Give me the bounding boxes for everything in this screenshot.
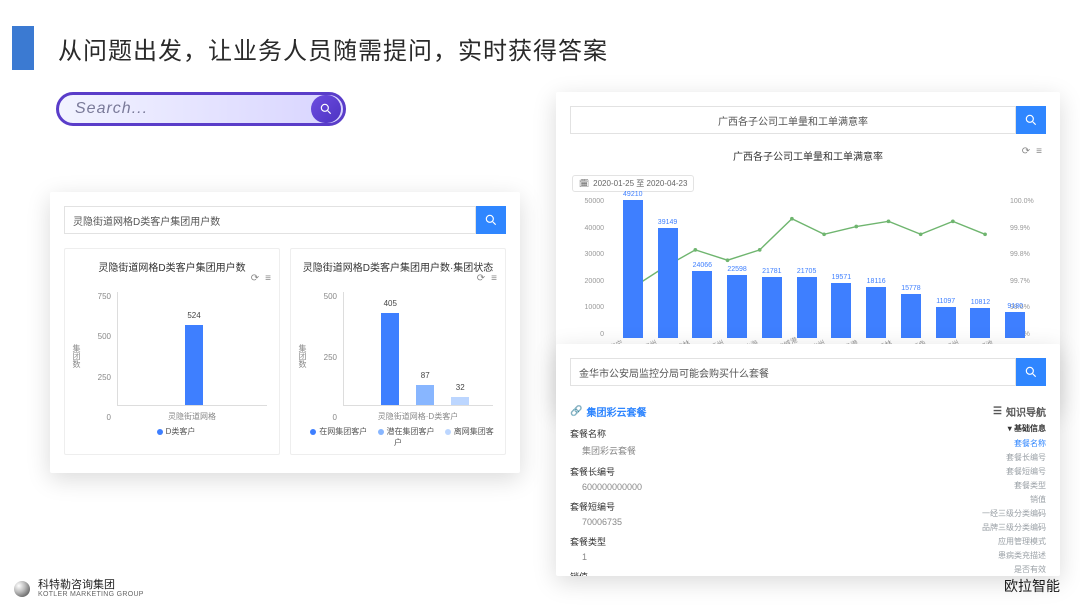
- kb-nav-heading: ☰知识导航: [936, 404, 1046, 419]
- kb-nav-item[interactable]: 患病类充描述: [936, 550, 1046, 561]
- card-left: 灵隐街道网格D类客户集团用户数 ⟳ ≡ 集团数 750 500 250 0 52…: [50, 192, 520, 473]
- list-icon: ☰: [993, 406, 1002, 417]
- panel2-title: 灵隐街道网格D类客户集团用户数·集团状态: [299, 259, 497, 274]
- combo-bar: [970, 308, 990, 338]
- combo-bar-label: 49210: [613, 191, 653, 198]
- kb-heading: 🔗集团彩云套餐: [570, 404, 926, 419]
- panel1-plot: 524: [117, 292, 267, 406]
- hero-search-placeholder: Search...: [75, 100, 148, 118]
- panel1-tools: ⟳ ≡: [251, 273, 271, 284]
- kb-field-value: 集团彩云套餐: [582, 444, 926, 457]
- panel1-title: 灵隐街道网格D类客户集团用户数: [73, 259, 271, 274]
- rb-search-input[interactable]: [570, 358, 1016, 386]
- kb-field-label: 套餐短编号: [570, 500, 926, 513]
- panel1-yaxis: 750 500 250 0: [87, 292, 111, 422]
- search-icon[interactable]: [311, 95, 341, 123]
- accent-block: [12, 26, 34, 70]
- panel1-xlabel: 灵隐街道网格: [117, 411, 267, 422]
- kb-nav-item[interactable]: 是否有效: [936, 564, 1046, 575]
- rt-search: [570, 106, 1046, 134]
- panel1-legend: D类客户: [73, 426, 271, 437]
- menu-icon[interactable]: ≡: [491, 273, 497, 284]
- kb-field-label: 套餐名称: [570, 427, 926, 440]
- card-left-search-button[interactable]: [476, 206, 506, 234]
- kb-field-value: 70006735: [582, 517, 926, 527]
- combo-plot-area: 4921039149240662259821781217051957118116…: [608, 198, 1008, 338]
- rt-title: 广西各子公司工单量和工单满意率: [556, 148, 1060, 163]
- bar-d-class-label: 524: [179, 311, 209, 320]
- kb-field-value: 600000000000: [582, 482, 926, 492]
- slide-title: 从问题出发，让业务人员随需提问，实时获得答案: [58, 31, 608, 66]
- kb-nav-item[interactable]: 销值: [936, 494, 1046, 505]
- combo-bar: [623, 200, 643, 338]
- kb-nav-item[interactable]: 应用管理模式: [936, 536, 1046, 547]
- panel2-yaxis: 500 250 0: [313, 292, 337, 422]
- combo-bar: [658, 228, 678, 338]
- bar-online: [381, 313, 399, 405]
- kb-field-value: 1: [582, 552, 926, 562]
- panel2-xlabel: 灵隐街道网格·D类客户: [343, 411, 493, 422]
- calendar-icon: 🗓: [579, 179, 589, 188]
- brand-name-cn: 科特勒咨询集团: [38, 580, 144, 591]
- refresh-icon[interactable]: ⟳: [477, 273, 485, 284]
- card-left-search: [64, 206, 506, 234]
- combo-bar: [727, 275, 747, 338]
- combo-bar-label: 15778: [891, 285, 931, 292]
- kb-nav-item[interactable]: 一经三级分类编码: [936, 508, 1046, 519]
- panel-users-total: 灵隐街道网格D类客户集团用户数 ⟳ ≡ 集团数 750 500 250 0 52…: [64, 248, 280, 455]
- rb-search: [570, 358, 1046, 386]
- combo-chart: 50000400003000020000100000 100.0%99.9%99…: [572, 198, 1044, 368]
- kb-nav-item[interactable]: 套餐长编号: [936, 452, 1046, 463]
- footer-brand: 科特勒咨询集团 KOTLER MARKETING GROUP: [14, 580, 144, 598]
- refresh-icon[interactable]: ⟳: [1022, 146, 1030, 157]
- bar-offline: [451, 397, 469, 405]
- rt-tools: ⟳ ≡: [1022, 146, 1042, 157]
- date-range-chip[interactable]: 🗓 2020-01-25 至 2020-04-23: [572, 175, 694, 192]
- kb-field-label: 套餐长编号: [570, 465, 926, 478]
- panel1-yname: 集团数: [71, 344, 82, 368]
- combo-bar: [797, 277, 817, 338]
- kb-field-label: 套餐类型: [570, 535, 926, 548]
- kb-detail: 🔗集团彩云套餐 套餐名称集团彩云套餐套餐长编号 600000000000 套餐短编号…: [570, 404, 926, 576]
- footer-right-text: 欧拉智能: [1004, 576, 1060, 596]
- kb-nav-section: ▾ 基础信息: [936, 423, 1046, 434]
- refresh-icon[interactable]: ⟳: [251, 273, 259, 284]
- combo-bar: [831, 283, 851, 338]
- panel-users-status: 灵隐街道网格D类客户集团用户数·集团状态 ⟳ ≡ 集团数 500 250 0 4…: [290, 248, 506, 455]
- card-right-bottom: 🔗集团彩云套餐 套餐名称集团彩云套餐套餐长编号600000000000套餐短编号…: [556, 344, 1060, 576]
- combo-bar: [762, 277, 782, 338]
- kb-field-label: 销值: [570, 570, 926, 576]
- panel2-legend: 在网集团客户 潜在集团客户 离网集团客户: [299, 426, 497, 448]
- combo-y-left: 50000400003000020000100000: [578, 198, 604, 338]
- panel2-yname: 集团数: [297, 344, 308, 368]
- bar-d-class: [185, 325, 203, 405]
- menu-icon[interactable]: ≡: [1036, 146, 1042, 157]
- card-left-search-input[interactable]: [64, 206, 476, 234]
- kb-nav-item[interactable]: 品牌三级分类编码: [936, 522, 1046, 533]
- brand-logo-icon: [14, 581, 30, 597]
- kb-nav-item[interactable]: 套餐类型: [936, 480, 1046, 491]
- slide-title-row: 从问题出发，让业务人员随需提问，实时获得答案: [12, 26, 608, 70]
- kb-nav: ☰知识导航 ▾ 基础信息 套餐名称套餐长编号套餐短编号套餐类型销值一经三级分类编…: [936, 404, 1046, 576]
- rb-search-button[interactable]: [1016, 358, 1046, 386]
- panel2-tools: ⟳ ≡: [477, 273, 497, 284]
- rt-search-button[interactable]: [1016, 106, 1046, 134]
- menu-icon[interactable]: ≡: [265, 273, 271, 284]
- hero-search[interactable]: Search...: [56, 92, 346, 126]
- rt-search-input[interactable]: [570, 106, 1016, 134]
- kb-nav-item[interactable]: 套餐名称: [936, 438, 1046, 449]
- brand-name-en: KOTLER MARKETING GROUP: [38, 591, 144, 598]
- kb-nav-item[interactable]: 套餐短编号: [936, 466, 1046, 477]
- link-icon: 🔗: [570, 406, 582, 417]
- combo-bar: [692, 271, 712, 338]
- combo-bar-label: 39149: [648, 219, 688, 226]
- combo-bar: [1005, 312, 1025, 338]
- bar-potential: [416, 385, 434, 405]
- panel2-plot: 405 87 32: [343, 292, 493, 406]
- combo-bar-label: 9180: [995, 303, 1035, 310]
